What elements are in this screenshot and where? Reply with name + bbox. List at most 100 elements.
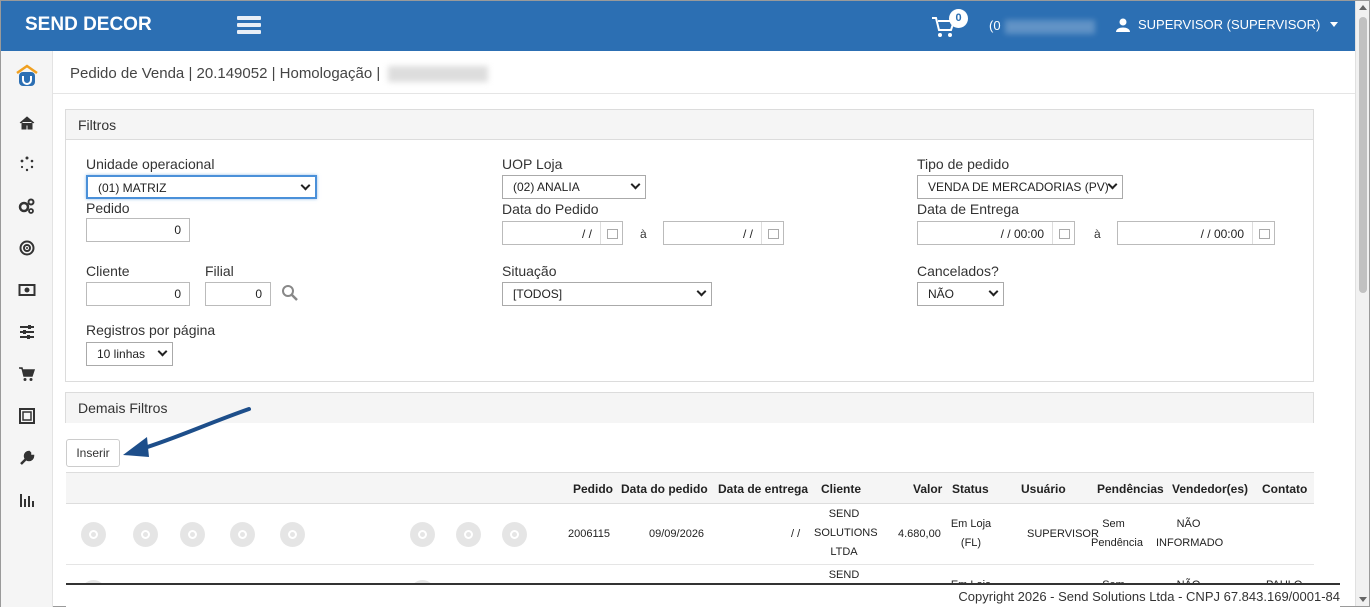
cancelados-select[interactable]: NÃO [917, 282, 1004, 306]
filial-input[interactable]: 0 [205, 282, 271, 306]
edit-icon[interactable] [81, 522, 106, 547]
cell-status: Em Loja (FL) [950, 518, 992, 549]
unidade-label: Unidade operacional [86, 156, 215, 172]
phone-number: (0 [989, 18, 1095, 34]
calendar-icon[interactable] [1252, 222, 1274, 244]
scroll-down-icon[interactable] [1359, 597, 1367, 602]
data-pedido-end[interactable]: / / [663, 221, 784, 245]
chevron-down-icon [696, 286, 707, 297]
divider [53, 93, 1355, 94]
col-data-entrega[interactable]: Data de entrega [718, 482, 808, 496]
cart-icon[interactable] [18, 365, 36, 383]
orders-table: Pedido Data do pedido Data de entrega Cl… [66, 472, 1314, 584]
table-header: Pedido Data do pedido Data de entrega Cl… [66, 473, 1314, 504]
copyright-text: Copyright 2026 - Send Solutions Ltda - C… [958, 589, 1340, 604]
menu-icon[interactable] [280, 522, 305, 547]
cliente-input[interactable]: 0 [86, 282, 190, 306]
footer: Copyright 2026 - Send Solutions Ltda - C… [66, 583, 1340, 607]
cell-valor: 4.680,00 [898, 528, 941, 540]
breadcrumb: Pedido de Venda | 20.149052 | Homologaçã… [70, 65, 489, 82]
calendar-icon[interactable] [1052, 222, 1074, 244]
frame-icon[interactable] [18, 407, 36, 425]
col-pendencias[interactable]: Pendências [1097, 482, 1164, 496]
redacted-text [388, 65, 489, 82]
cell-pedido: 2006115 [568, 528, 611, 540]
cell-data-pedido: 09/09/2026 [649, 528, 705, 540]
money-icon[interactable] [18, 281, 36, 299]
data-pedido-label: Data do Pedido [502, 201, 599, 217]
tipo-select[interactable]: VENDA DE MERCADORIAS (PV) [917, 175, 1123, 199]
sidebar [1, 51, 53, 607]
filters-panel-title[interactable]: Filtros [66, 110, 1313, 140]
data-pedido-start[interactable]: / / [502, 221, 623, 245]
user-icon [1116, 18, 1130, 32]
col-data-pedido[interactable]: Data do pedido [621, 482, 708, 496]
registros-select[interactable]: 10 linhas [86, 342, 173, 366]
cart-count-badge: 0 [949, 9, 968, 28]
user-label: SUPERVISOR (SUPERVISOR) [1138, 17, 1321, 32]
logo-icon[interactable] [14, 63, 40, 89]
top-bar: SEND DECOR 0 (0 SUPERVISOR (SUPERVISOR) [1, 1, 1355, 51]
col-pedido[interactable]: Pedido [573, 482, 613, 496]
cancel-icon[interactable] [410, 522, 435, 547]
registros-label: Registros por página [86, 322, 216, 338]
edit-square-icon[interactable] [502, 522, 527, 547]
cliente-label: Cliente [86, 263, 130, 279]
cancelados-label: Cancelados? [917, 263, 999, 279]
tipo-label: Tipo de pedido [917, 156, 1010, 172]
spinner-icon[interactable] [18, 155, 36, 173]
unidade-select[interactable]: (01) MATRIZ [86, 175, 317, 199]
search-icon[interactable] [133, 522, 158, 547]
wrench-icon[interactable] [18, 449, 36, 467]
breadcrumb-text: Pedido de Venda | 20.149052 | Homologaçã… [70, 65, 381, 82]
cell-pendencias: Sem Pendência [1091, 518, 1143, 549]
chevron-down-icon [1107, 179, 1118, 190]
cell-vendedor: NÃO INFORMADO [1156, 518, 1224, 549]
table-row[interactable]: 2006115 09/09/2026 / / SEND SOLUTIONS LTDA… [66, 504, 1314, 565]
cell-usuario: SUPERVISOR [1027, 528, 1099, 540]
pedido-input[interactable]: 0 [86, 218, 190, 242]
cogs-icon[interactable] [18, 197, 36, 215]
uop-label: UOP Loja [502, 156, 563, 172]
calendar-icon[interactable] [761, 222, 783, 244]
chevron-down-icon [988, 286, 999, 297]
calendar-icon[interactable] [600, 222, 622, 244]
list-icon[interactable] [230, 522, 255, 547]
cell-cliente: SEND SOLUTIONS LTDA [814, 508, 878, 558]
col-cliente[interactable]: Cliente [821, 482, 861, 496]
col-valor[interactable]: Valor [913, 482, 942, 496]
chevron-down-icon [630, 179, 641, 190]
sliders-icon[interactable] [18, 323, 36, 341]
brand-logo-text[interactable]: SEND DECOR [25, 14, 152, 36]
cell-cliente: SEND [828, 569, 860, 581]
col-contato[interactable]: Contato [1262, 482, 1307, 496]
menu-toggle-icon[interactable] [237, 16, 261, 34]
situacao-label: Situação [502, 263, 557, 279]
home-icon[interactable] [18, 114, 36, 132]
bar-chart-icon[interactable] [18, 491, 36, 509]
table-row[interactable]: SEND Em Loja Sem NÃO PAULO [66, 566, 1314, 584]
scroll-up-icon[interactable] [1359, 5, 1367, 10]
history-icon[interactable] [180, 522, 205, 547]
cell-data-entrega: / / [791, 528, 801, 540]
col-usuario[interactable]: Usuário [1021, 482, 1066, 496]
dollar-icon[interactable] [456, 522, 481, 547]
date-separator: à [1094, 227, 1101, 241]
uop-select[interactable]: (02) ANALIA [502, 175, 646, 199]
data-entrega-label: Data de Entrega [917, 201, 1019, 217]
situacao-select[interactable]: [TODOS] [502, 282, 712, 306]
target-icon[interactable] [18, 239, 36, 257]
scroll-thumb[interactable] [1359, 17, 1367, 293]
user-menu[interactable]: SUPERVISOR (SUPERVISOR) [1116, 17, 1339, 32]
page-scrollbar[interactable] [1355, 1, 1369, 606]
date-separator: à [640, 227, 647, 241]
col-status[interactable]: Status [952, 482, 989, 496]
pedido-label: Pedido [86, 200, 130, 216]
data-entrega-end[interactable]: / / 00:00 [1117, 221, 1275, 245]
filial-label: Filial [205, 263, 234, 279]
search-icon[interactable] [281, 284, 299, 302]
data-entrega-start[interactable]: / / 00:00 [917, 221, 1075, 245]
filters-panel: Filtros [65, 109, 1314, 382]
insert-button[interactable]: Inserir [66, 439, 120, 467]
col-vendedor[interactable]: Vendedor(es) [1172, 482, 1248, 496]
